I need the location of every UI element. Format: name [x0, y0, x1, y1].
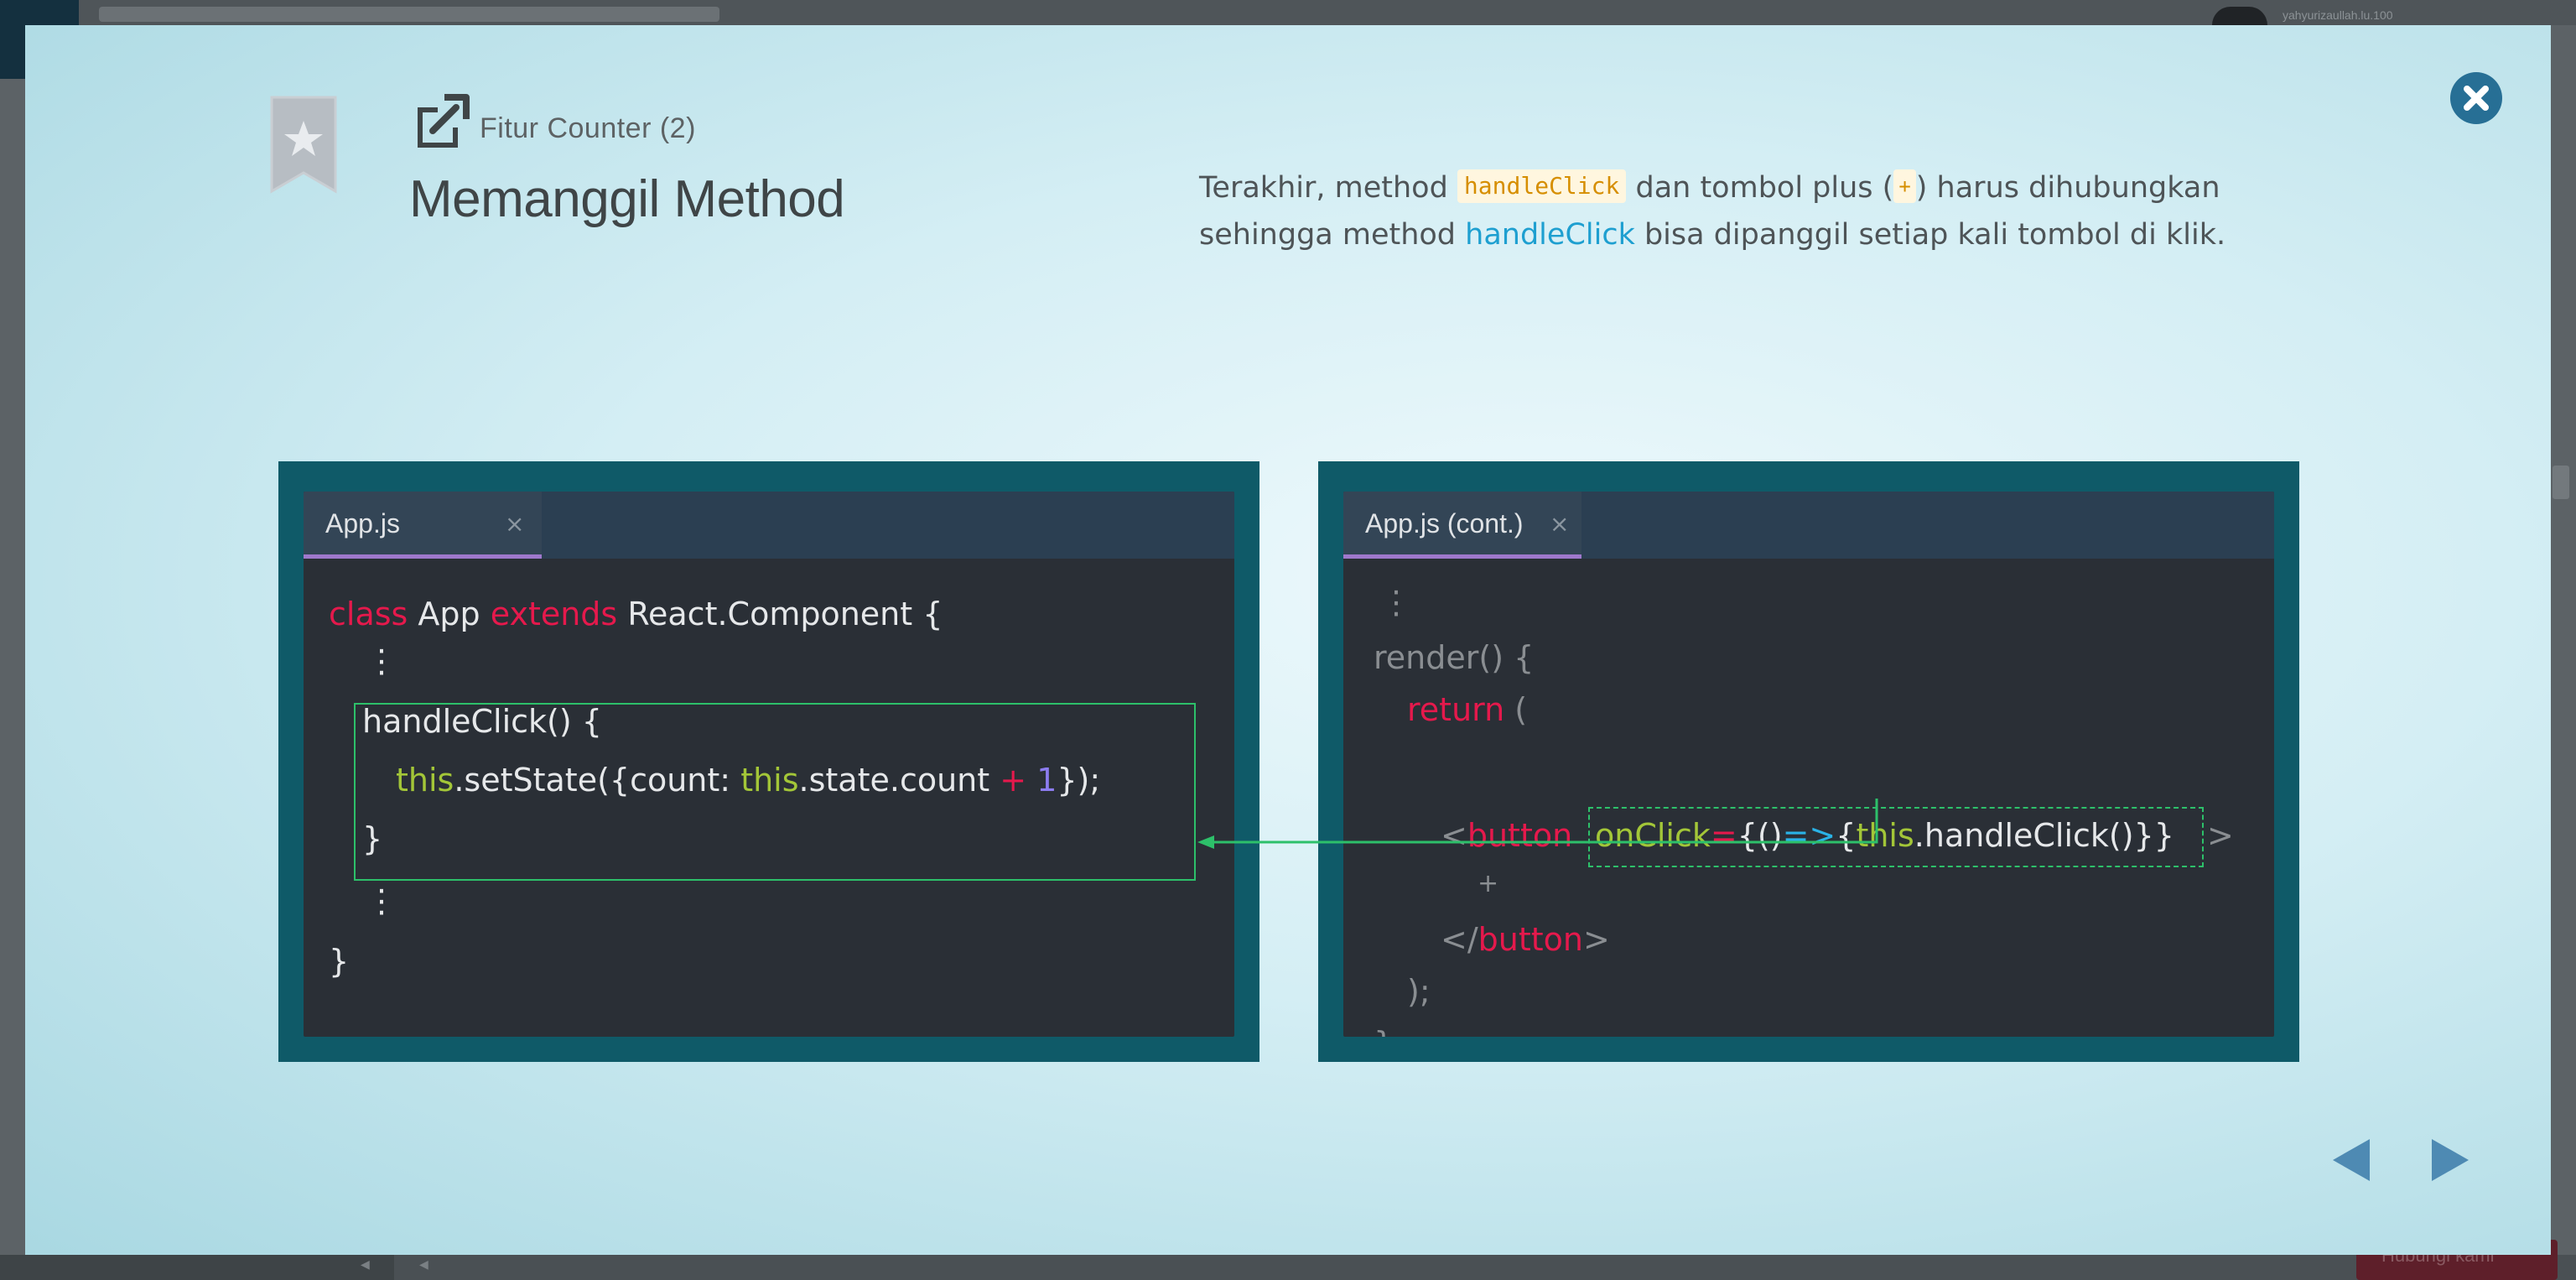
left-code-body: class App extends React.Component { ⋮ ha…	[304, 559, 1234, 1037]
background-username: yahyurizaullah.lu.100	[2283, 8, 2393, 22]
code-line-onclick: onClick={()=>{this.handleClick()}}	[1595, 817, 2174, 854]
lesson-description: Terakhir, method handleClick dan tombol …	[1199, 164, 2289, 258]
code-token: .state.count	[798, 762, 1000, 799]
code-token: +	[1000, 762, 1027, 799]
close-icon	[2464, 86, 2489, 111]
background-search-bar	[99, 7, 719, 22]
code-token: this	[740, 762, 799, 799]
next-arrow-icon[interactable]	[2427, 1136, 2474, 1184]
background-avatar	[2212, 7, 2267, 25]
code-token: </	[1441, 921, 1478, 958]
tab-app-js[interactable]: App.js ×	[304, 492, 542, 559]
code-token: class	[329, 596, 408, 632]
code-token: .setState({count:	[454, 762, 741, 799]
code-line: }	[362, 820, 383, 857]
code-line: <button	[1441, 817, 1572, 854]
desc-text-2: dan tombol plus (	[1626, 171, 1894, 205]
code-token: this	[396, 762, 454, 799]
left-code-panel: App.js × class App extends React.Compone…	[278, 461, 1259, 1062]
code-token: {	[1737, 817, 1758, 854]
lesson-title: Memanggil Method	[409, 170, 845, 228]
background-left-arrow-icon-2: ◀	[419, 1258, 428, 1272]
background-scrollbar	[2553, 466, 2569, 499]
right-editor: App.js (cont.) × ⋮ render() { return ( <…	[1343, 492, 2274, 1037]
bookmark-star-icon[interactable]	[268, 96, 339, 195]
code-line: return (	[1407, 691, 1527, 728]
code-line: </button>	[1441, 921, 1610, 958]
code-line: }	[329, 943, 350, 980]
code-chip-handleclick: handleClick	[1457, 169, 1627, 203]
tab-close-icon[interactable]: ×	[1550, 510, 1569, 538]
code-token: .handleClick()	[1914, 817, 2134, 854]
code-token: React.Component {	[617, 596, 943, 632]
background-bottom-scroll	[0, 1255, 394, 1280]
tab-app-js-cont[interactable]: App.js (cont.) ×	[1343, 492, 1581, 559]
tab-close-icon[interactable]: ×	[505, 510, 524, 538]
code-line: class App extends React.Component {	[329, 596, 943, 632]
code-token: onClick	[1595, 817, 1711, 854]
previous-arrow-icon[interactable]	[2328, 1136, 2375, 1184]
code-line: render() {	[1374, 639, 1535, 676]
code-token: (	[1504, 691, 1528, 728]
code-token: >	[1583, 921, 1610, 958]
code-token: extends	[490, 596, 618, 632]
code-token: }}	[2133, 817, 2174, 854]
code-token: ()	[1757, 817, 1783, 854]
code-token: this	[1856, 817, 1914, 854]
close-button[interactable]	[2450, 72, 2502, 124]
right-code-body: ⋮ render() { return ( <button onClick={(…	[1343, 559, 2274, 1037]
code-line: );	[1407, 973, 1431, 1010]
code-chip-plus: +	[1893, 169, 1916, 203]
desc-text-4: bisa dipanggil setiap kali tombol di kli…	[1634, 218, 2226, 252]
code-line: handleClick() {	[362, 703, 602, 740]
lesson-modal: Fitur Counter (2) Memanggil Method Terak…	[25, 25, 2551, 1255]
code-token: =	[1710, 817, 1737, 854]
desc-highlight-handleclick: handleClick	[1465, 218, 1635, 252]
code-token: >	[2207, 817, 2234, 854]
code-ellipsis: ⋮	[366, 882, 397, 919]
code-token: App	[408, 596, 491, 632]
code-line: }	[1374, 1025, 1394, 1037]
tab-label: App.js	[325, 508, 400, 539]
lesson-label: Fitur Counter (2)	[480, 112, 696, 144]
code-token: =>	[1782, 817, 1836, 854]
left-tab-bar: App.js ×	[304, 492, 1234, 559]
code-token: button	[1467, 817, 1573, 854]
code-line: +	[1478, 869, 1499, 898]
code-token: button	[1478, 921, 1583, 958]
code-token: });	[1057, 762, 1101, 799]
external-link-icon	[418, 94, 470, 148]
code-token: <	[1441, 817, 1467, 854]
right-tab-bar: App.js (cont.) ×	[1343, 492, 2274, 559]
background-left-arrow-icon: ◀	[361, 1258, 370, 1272]
tab-label: App.js (cont.)	[1365, 508, 1524, 539]
code-ellipsis: ⋮	[366, 643, 397, 679]
left-editor: App.js × class App extends React.Compone…	[304, 492, 1234, 1037]
code-token: 1	[1036, 762, 1057, 799]
code-token: return	[1407, 691, 1505, 728]
code-line: this.setState({count: this.state.count +…	[396, 762, 1100, 799]
code-ellipsis: ⋮	[1380, 584, 1412, 621]
code-token: {	[1836, 817, 1857, 854]
desc-text-1: Terakhir, method	[1199, 171, 1457, 205]
right-code-panel: App.js (cont.) × ⋮ render() { return ( <…	[1318, 461, 2299, 1062]
